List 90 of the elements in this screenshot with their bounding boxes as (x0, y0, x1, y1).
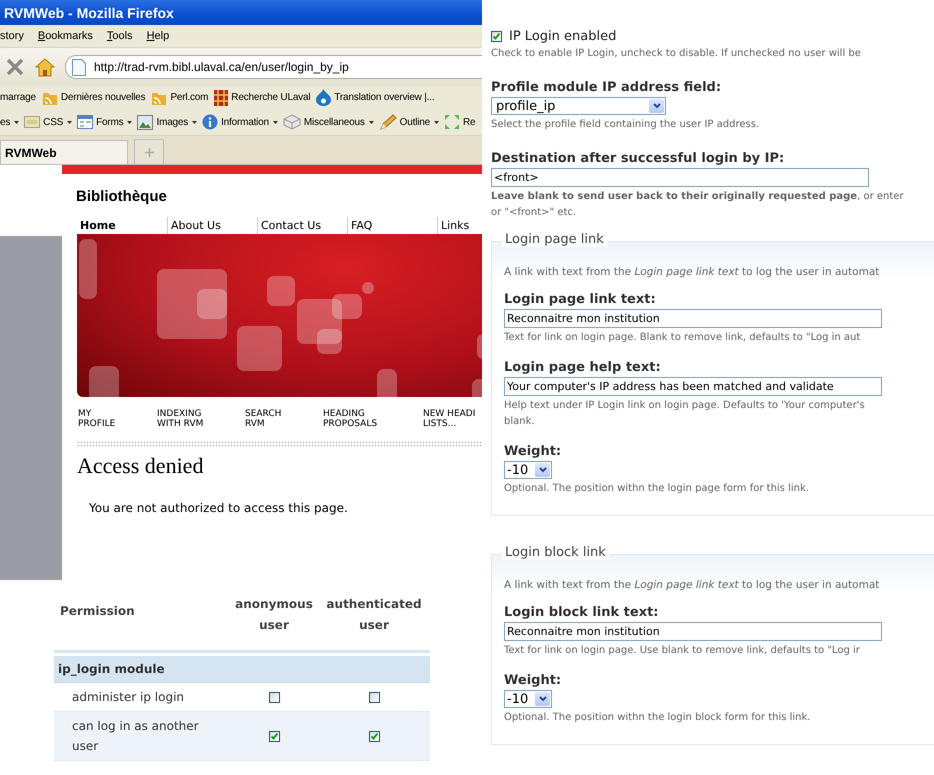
cube-icon (282, 114, 301, 130)
field-label: Destination after successful login by IP: (491, 151, 786, 166)
chevron-down-icon (652, 103, 660, 109)
field-description: Check to enable IP Login, uncheck to disable. If unchecked no user will be (491, 47, 862, 61)
field-description: Select the profile field containing the user IP address. (491, 118, 760, 132)
field-label: Weight: (504, 444, 562, 459)
drop-icon (316, 89, 332, 106)
form-icon (77, 115, 94, 129)
caret-icon (368, 120, 374, 124)
permission-name: administer ip login (71, 689, 186, 706)
subnav-link[interactable]: HEADING PROPOSALS (323, 409, 423, 429)
home-icon[interactable] (35, 58, 55, 76)
address-bar[interactable]: http://trad-rvm.bibl.ulaval.ca/en/user/login_by_ip (65, 55, 482, 79)
field-label: Login block link text: (504, 605, 660, 620)
info-icon (202, 114, 218, 130)
field-description: Optional. The position withn the login page form for this link. (504, 482, 810, 496)
caret-icon (127, 120, 132, 124)
bookmark-link[interactable]: marrage (0, 92, 36, 103)
checkbox[interactable] (368, 730, 380, 742)
browser-tab[interactable]: RVMWeb (0, 140, 128, 164)
plus-icon (144, 148, 154, 156)
menu-item[interactable]: story (0, 30, 31, 42)
pencil-icon (378, 114, 397, 130)
image-icon (137, 114, 154, 130)
menu-item[interactable]: Bookmarks (30, 30, 100, 42)
column-header: anonymous user (234, 596, 314, 634)
caret-icon (67, 120, 72, 124)
chevron-down-icon (538, 696, 546, 702)
bookmark-link[interactable]: Recherche ULaval (231, 92, 310, 103)
error-message: You are not authorized to access this page. (89, 501, 348, 515)
caret-icon (192, 120, 198, 124)
site-name: Bibliothèque (76, 188, 167, 205)
toolbar-menu[interactable]: es (0, 116, 10, 128)
field-description: Optional. The position withn the login block form for this link. (504, 711, 812, 725)
toolbar-menu[interactable]: Re (462, 116, 476, 128)
fieldset-description: A link with text from the Login page link text to log the user in automat (504, 579, 880, 591)
text-field[interactable]: Reconnaitre mon institution (504, 622, 882, 641)
caret-icon (434, 120, 439, 124)
section-header: ip_login module (54, 656, 430, 683)
text-field[interactable]: Reconnaitre mon institution (504, 309, 882, 328)
field-label: Profile module IP address field: (491, 80, 722, 95)
toolbar-menu[interactable]: Miscellaneous (304, 116, 365, 128)
enable-checkbox[interactable] (491, 31, 502, 42)
page-heading: Access denied (77, 453, 204, 479)
toolbar-menu[interactable]: Outline (400, 116, 430, 128)
caret-icon (272, 120, 278, 124)
field-label: Login page link text: (504, 292, 657, 307)
field-description: Text for link on login page. Use blank to remove link, defaults to "Log ir (504, 644, 861, 658)
checkbox[interactable] (268, 692, 280, 702)
menu-item[interactable]: Help (140, 30, 176, 42)
bookmark-link[interactable]: Perl.com (170, 92, 208, 103)
window-title: RVMWeb - Mozilla Firefox (0, 0, 482, 25)
checkbox[interactable] (268, 730, 280, 742)
fieldset-legend: Login page link (502, 232, 607, 247)
checkbox-label: IP Login enabled (509, 29, 616, 44)
subnav-link[interactable]: SEARCH RVM (245, 409, 323, 429)
weight-select[interactable]: -10 (504, 461, 552, 479)
field-description: Leave blank to send user back to their originally requested page, or enter or "<front>" etc. (491, 190, 905, 220)
column-header: Permission (59, 603, 136, 620)
menu-item[interactable]: Tools (100, 30, 140, 42)
field-description: Help text under IP Login link on login page. Defaults to 'Your computer's blank. (504, 399, 866, 429)
css-icon (24, 116, 40, 128)
caret-icon (14, 120, 20, 124)
toolbar-menu[interactable]: Information (221, 116, 269, 128)
profile-field-select[interactable]: profile_ip (491, 97, 666, 115)
column-header: authenticated user (325, 596, 423, 634)
subnav-link[interactable]: INDEXING WITH RVM (157, 409, 245, 429)
checkbox[interactable] (368, 692, 380, 702)
subnav-link[interactable]: MY PROFILE (78, 409, 157, 429)
text-field[interactable]: <front> (491, 168, 869, 187)
fieldset-legend: Login block link (502, 545, 609, 560)
fieldset-description: A link with text from the Login page link text to log the user in automat (504, 266, 880, 278)
subnav-link[interactable]: NEW HEADI LISTS... (423, 409, 482, 429)
grid-icon (214, 90, 228, 106)
page-icon (72, 58, 86, 76)
nav-link[interactable]: Home (77, 217, 167, 234)
stop-icon[interactable] (5, 57, 25, 77)
toolbar-menu[interactable]: CSS (43, 116, 64, 128)
permission-name: can log in as another user (71, 718, 200, 755)
weight-select[interactable]: -10 (504, 690, 552, 708)
toolbar-menu[interactable]: Forms (96, 116, 124, 128)
bookmark-link[interactable]: Dernières nouvelles (60, 92, 146, 103)
bookmark-link[interactable]: Translation overview |... (334, 92, 434, 103)
field-description: Text for link on login page. Blank to remove link, defaults to "Log in aut (504, 331, 862, 345)
field-label: Login page help text: (504, 360, 662, 375)
toolbar-menu[interactable]: Images (156, 116, 188, 128)
chevron-down-icon (538, 467, 546, 473)
resize-icon (444, 114, 460, 130)
field-label: Weight: (504, 673, 562, 688)
text-field[interactable]: Your computer's IP address has been matched and validate (504, 377, 882, 396)
